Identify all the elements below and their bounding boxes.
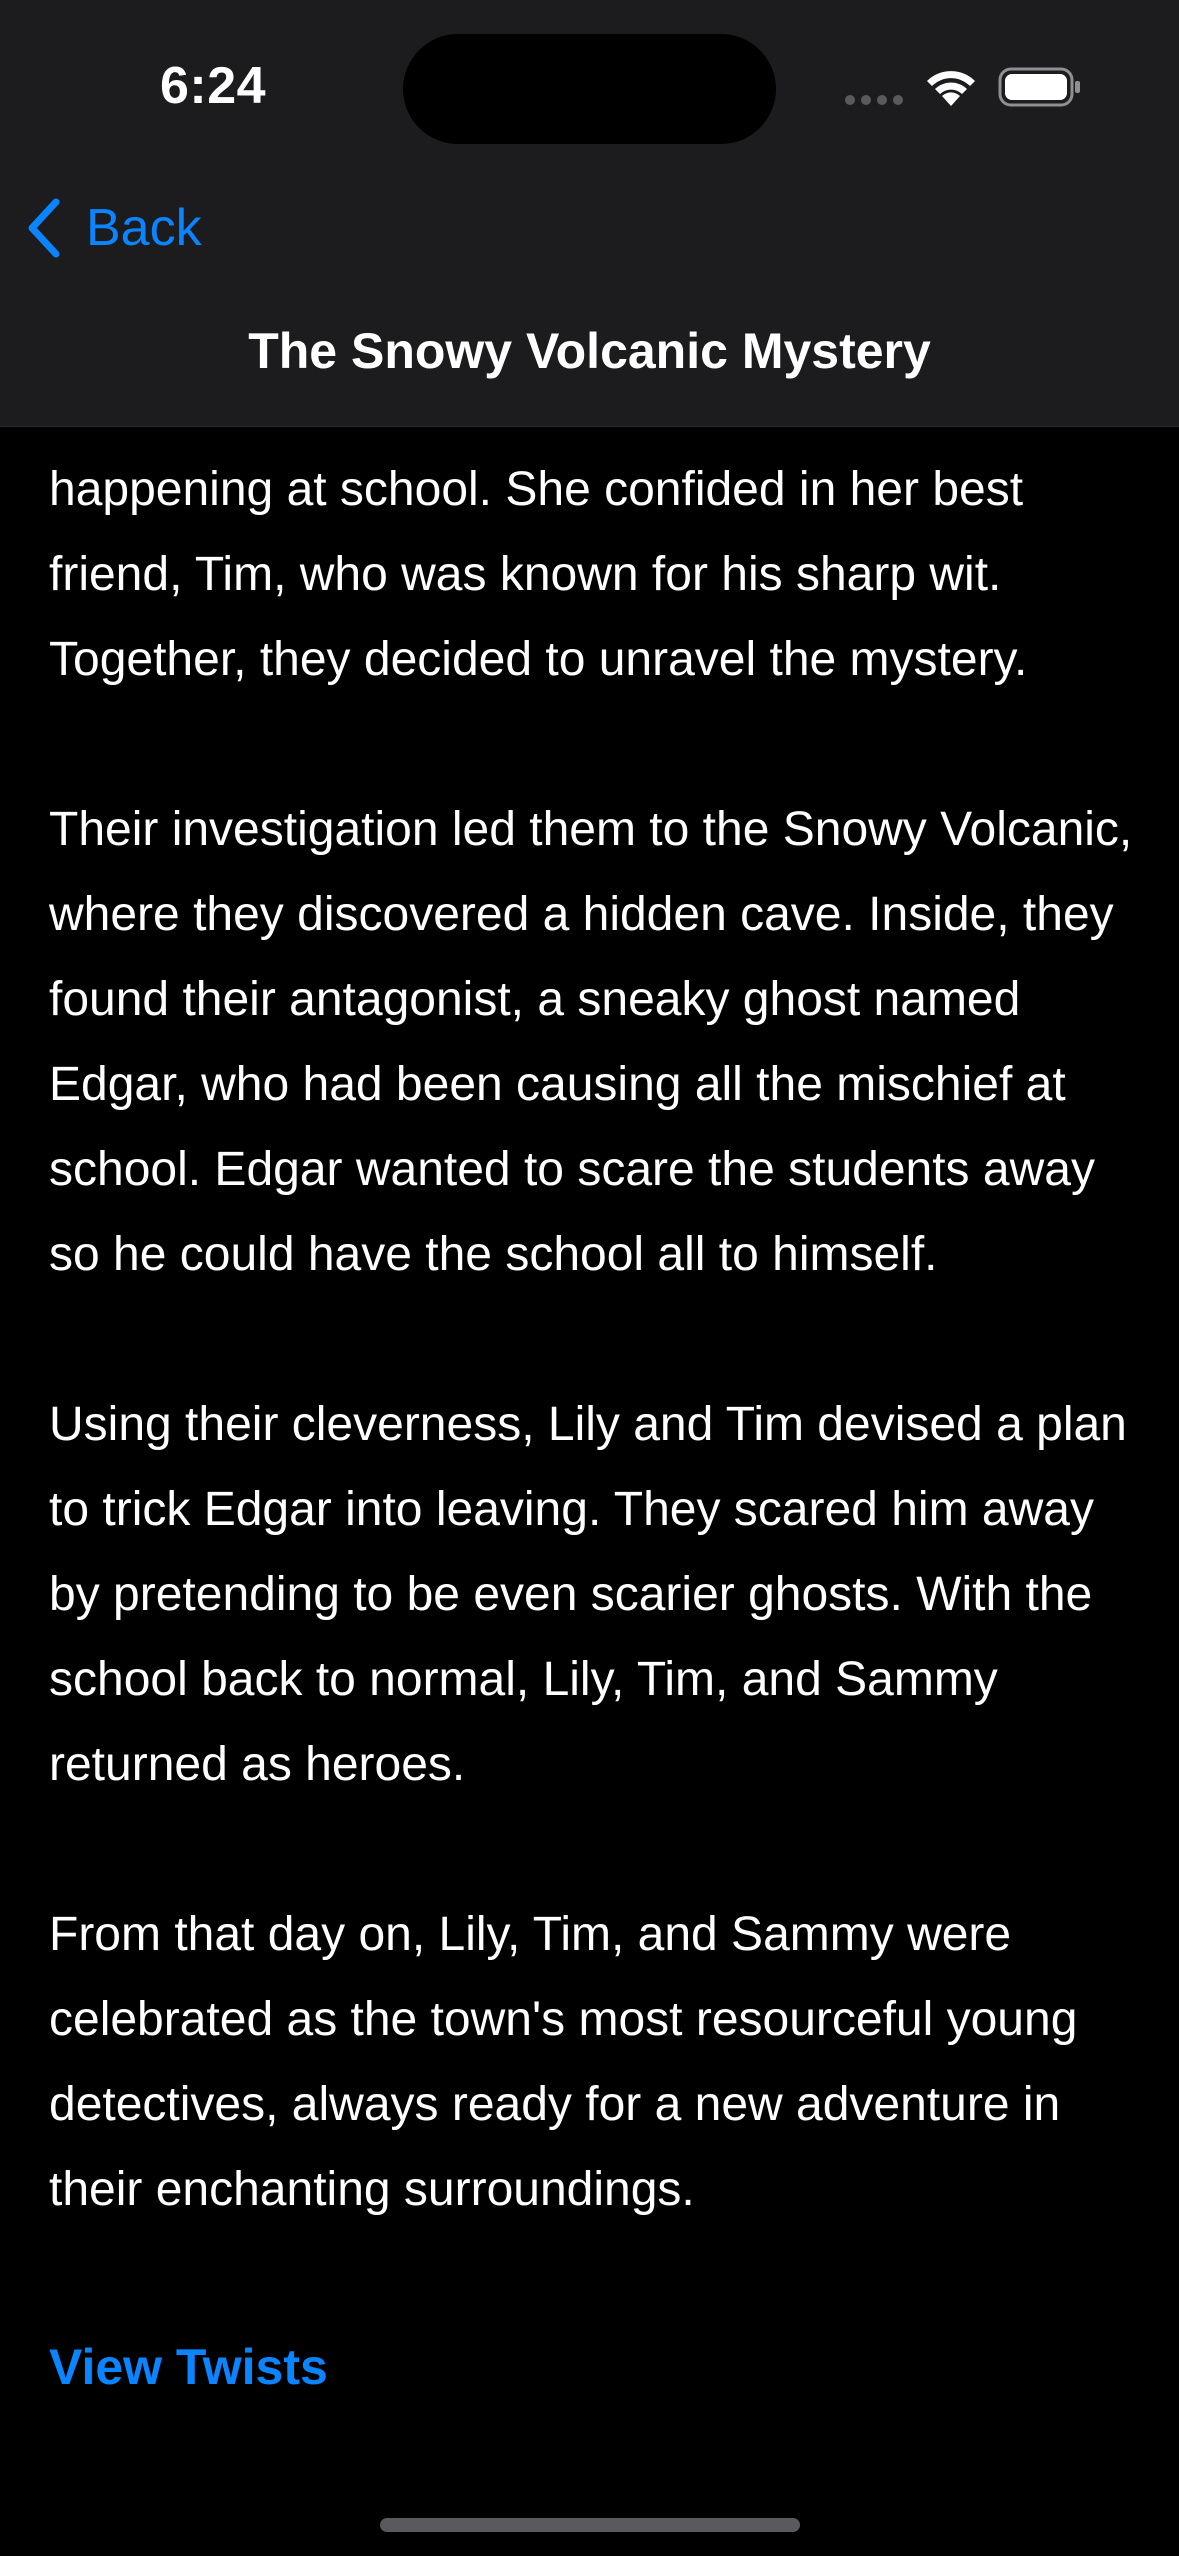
story-paragraph: From that day on, Lily, Tim, and Sammy w… bbox=[49, 1908, 1078, 2216]
navigation-header: 6:24 Back The Snowy Volcanic Mystery bbox=[0, 0, 1179, 427]
view-twists-button[interactable]: View Twists bbox=[49, 2338, 328, 2396]
story-paragraph: Their investigation led them to the Snow… bbox=[49, 803, 1133, 1281]
page-title: The Snowy Volcanic Mystery bbox=[248, 323, 931, 379]
story-paragraph: happening at school. She confided in her… bbox=[49, 463, 1028, 686]
battery-icon bbox=[998, 67, 1080, 107]
story-paragraph: Using their cleverness, Lily and Tim dev… bbox=[49, 1398, 1127, 1791]
wifi-icon bbox=[927, 71, 975, 106]
back-button[interactable]: Back bbox=[24, 188, 202, 268]
home-indicator bbox=[380, 2518, 800, 2532]
chevron-left-icon bbox=[28, 198, 60, 258]
story-text: happening at school. She confided in her… bbox=[49, 427, 1149, 2317]
back-label: Back bbox=[86, 199, 202, 257]
cellular-signal-icon bbox=[845, 95, 905, 107]
dynamic-island bbox=[403, 34, 776, 144]
status-time: 6:24 bbox=[160, 57, 267, 115]
